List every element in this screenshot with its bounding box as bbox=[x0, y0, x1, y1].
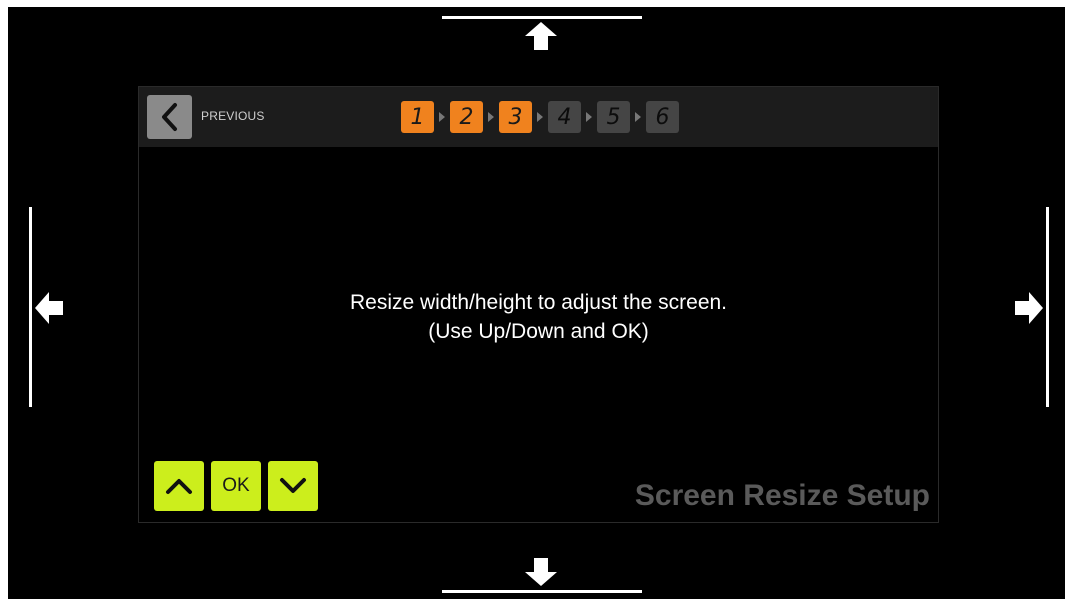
arrow-left-icon bbox=[35, 292, 63, 324]
chevron-up-icon bbox=[166, 479, 192, 494]
instruction-text: Resize width/height to adjust the screen… bbox=[139, 288, 938, 346]
step-indicator: 1 2 3 4 5 6 bbox=[401, 101, 679, 133]
step-separator-icon bbox=[434, 101, 450, 133]
ok-button[interactable]: OK bbox=[211, 461, 261, 511]
bottom-edge-line bbox=[442, 590, 642, 593]
top-edge-line bbox=[442, 16, 642, 19]
step-2: 2 bbox=[450, 101, 483, 133]
previous-button[interactable] bbox=[147, 95, 192, 139]
viewport: PREVIOUS 1 2 3 4 5 6 Resize width/height… bbox=[0, 0, 1066, 606]
arrow-right-icon bbox=[1015, 292, 1043, 324]
step-5: 5 bbox=[597, 101, 630, 133]
up-button[interactable] bbox=[154, 461, 204, 511]
setup-title: Screen Resize Setup bbox=[634, 479, 930, 512]
step-separator-icon bbox=[630, 101, 646, 133]
instruction-line-2: (Use Up/Down and OK) bbox=[428, 320, 649, 343]
step-separator-icon bbox=[532, 101, 548, 133]
resize-dialog: PREVIOUS 1 2 3 4 5 6 Resize width/height… bbox=[138, 86, 939, 523]
chevron-left-icon bbox=[161, 103, 177, 131]
step-1: 1 bbox=[401, 101, 434, 133]
remote-controls: OK bbox=[154, 461, 325, 511]
arrow-up-icon bbox=[525, 22, 557, 50]
previous-label[interactable]: PREVIOUS bbox=[201, 109, 265, 123]
arrow-down-icon bbox=[525, 558, 557, 586]
step-6: 6 bbox=[646, 101, 679, 133]
step-header: PREVIOUS 1 2 3 4 5 6 bbox=[139, 87, 938, 147]
left-edge-line bbox=[29, 207, 32, 407]
chevron-down-icon bbox=[280, 478, 306, 493]
instruction-line-1: Resize width/height to adjust the screen… bbox=[349, 291, 728, 314]
step-separator-icon bbox=[483, 101, 499, 133]
right-edge-line bbox=[1046, 207, 1049, 407]
step-3: 3 bbox=[499, 101, 532, 133]
step-4: 4 bbox=[548, 101, 581, 133]
step-separator-icon bbox=[581, 101, 597, 133]
down-button[interactable] bbox=[268, 461, 318, 511]
